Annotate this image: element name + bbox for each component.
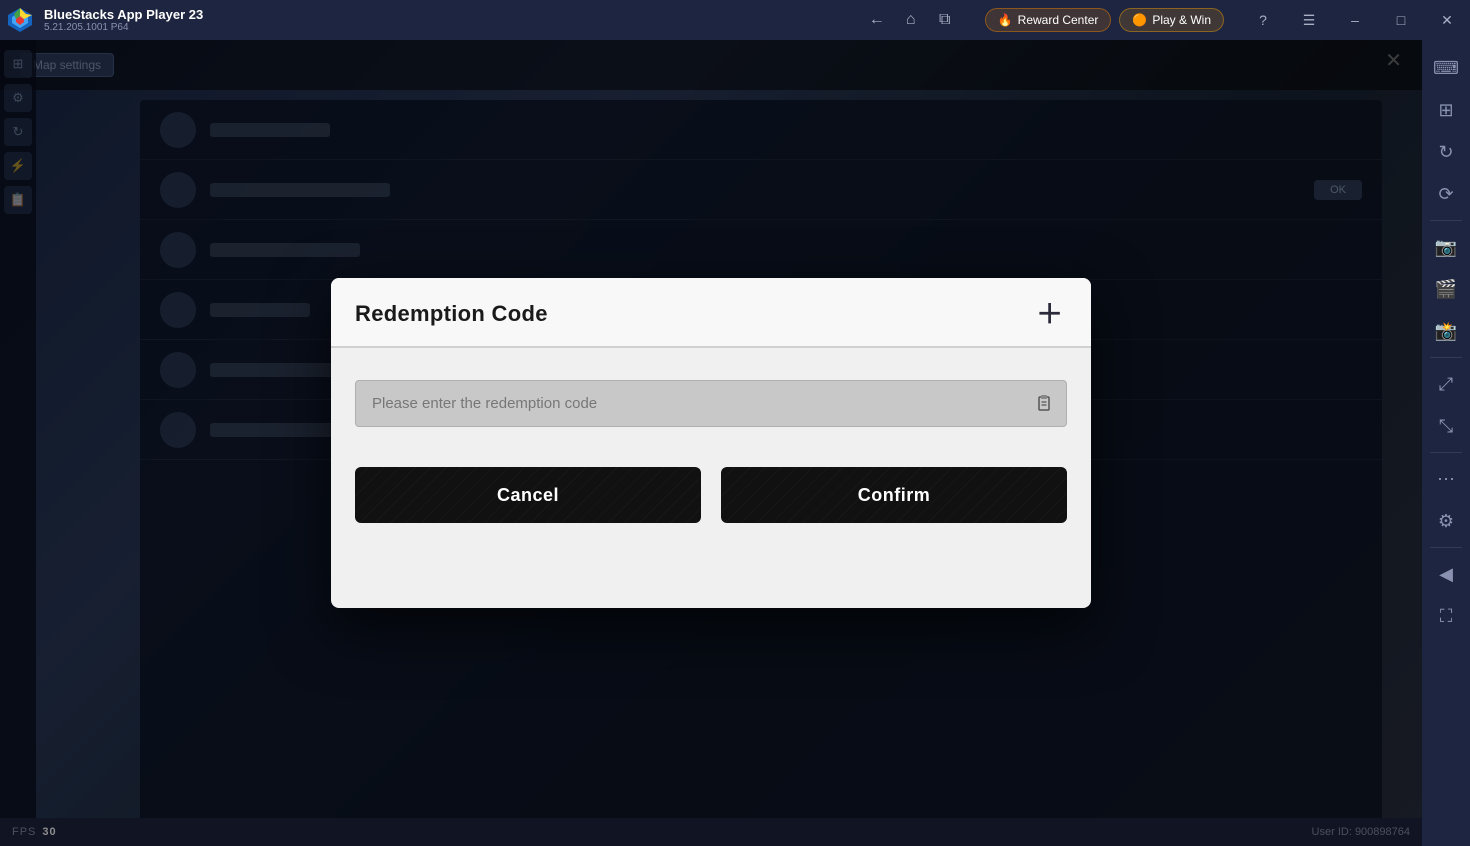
confirm-button[interactable]: Confirm (721, 467, 1067, 523)
sidebar-expand-icon[interactable]: ⤢ (1426, 364, 1466, 404)
app-name: BlueStacks App Player 23 (44, 7, 861, 23)
dialog-footer: Cancel Confirm (331, 455, 1091, 551)
dialog: Redemption Code ✕ (331, 278, 1091, 608)
sidebar-settings-icon[interactable]: ⚙ (1426, 501, 1466, 541)
reward-center-label: Reward Center (1018, 13, 1099, 27)
app-version: 5.21.205.1001 P64 (44, 22, 861, 33)
sidebar-divider-3 (1430, 452, 1462, 453)
paste-icon (1034, 394, 1054, 414)
help-button[interactable]: ? (1240, 0, 1286, 40)
sidebar-arrow-icon[interactable]: ◀ (1426, 554, 1466, 594)
right-sidebar: ⌨ ⊞ ↻ ⟳ 📷 🎬 📸 ⤢ ⤡ ⋯ ⚙ ◀ ⛶ (1422, 40, 1470, 846)
sidebar-fullscreen-icon[interactable]: ⛶ (1426, 596, 1466, 636)
confirm-label: Confirm (858, 485, 931, 505)
play-win-label: Play & Win (1152, 13, 1211, 27)
app-info: BlueStacks App Player 23 5.21.205.1001 P… (44, 7, 861, 34)
sidebar-refresh-icon[interactable]: ⟳ (1426, 174, 1466, 214)
copy-button[interactable]: ⧉ (929, 4, 961, 36)
dialog-overlay: Redemption Code ✕ (0, 40, 1422, 846)
sidebar-resize-icon[interactable]: ⤡ (1426, 406, 1466, 446)
bluestacks-logo (0, 0, 40, 40)
cancel-button[interactable]: Cancel (355, 467, 701, 523)
dialog-title: Redemption Code (355, 301, 548, 327)
coin-icon: 🟠 (1132, 13, 1147, 27)
sidebar-camera-icon[interactable]: 📸 (1426, 311, 1466, 351)
sidebar-video-icon[interactable]: 🎬 (1426, 269, 1466, 309)
paste-button[interactable] (1022, 382, 1066, 426)
sidebar-divider-1 (1430, 220, 1462, 221)
dialog-close-button[interactable]: ✕ (1031, 296, 1067, 332)
close-star-icon: ✕ (1031, 296, 1067, 332)
reward-center-button[interactable]: 🔥 Reward Center (985, 8, 1112, 32)
cancel-label: Cancel (497, 485, 559, 505)
back-button[interactable]: ← (861, 4, 893, 36)
fire-icon: 🔥 (998, 13, 1013, 27)
sidebar-apps-icon[interactable]: ⊞ (1426, 90, 1466, 130)
sidebar-more-icon[interactable]: ⋯ (1426, 459, 1466, 499)
sidebar-rotate-icon[interactable]: ↻ (1426, 132, 1466, 172)
code-input-wrapper (355, 380, 1067, 427)
minimize-button[interactable]: ‒ (1332, 0, 1378, 40)
sidebar-divider-4 (1430, 547, 1462, 548)
window-controls: ? ☰ ‒ □ ✕ (1240, 0, 1470, 40)
sidebar-divider-2 (1430, 357, 1462, 358)
maximize-button[interactable]: □ (1378, 0, 1424, 40)
sidebar-screenshot-icon[interactable]: 📷 (1426, 227, 1466, 267)
home-button[interactable]: ⌂ (895, 4, 927, 36)
code-input[interactable] (356, 381, 1022, 426)
play-win-button[interactable]: 🟠 Play & Win (1119, 8, 1224, 32)
menu-button[interactable]: ☰ (1286, 0, 1332, 40)
nav-buttons: ← ⌂ ⧉ (861, 4, 961, 36)
sidebar-keyboard-icon[interactable]: ⌨ (1426, 48, 1466, 88)
dialog-header: Redemption Code ✕ (331, 278, 1091, 348)
dialog-body (331, 348, 1091, 455)
close-button[interactable]: ✕ (1424, 0, 1470, 40)
titlebar: BlueStacks App Player 23 5.21.205.1001 P… (0, 0, 1470, 40)
center-buttons: 🔥 Reward Center 🟠 Play & Win (985, 8, 1224, 32)
